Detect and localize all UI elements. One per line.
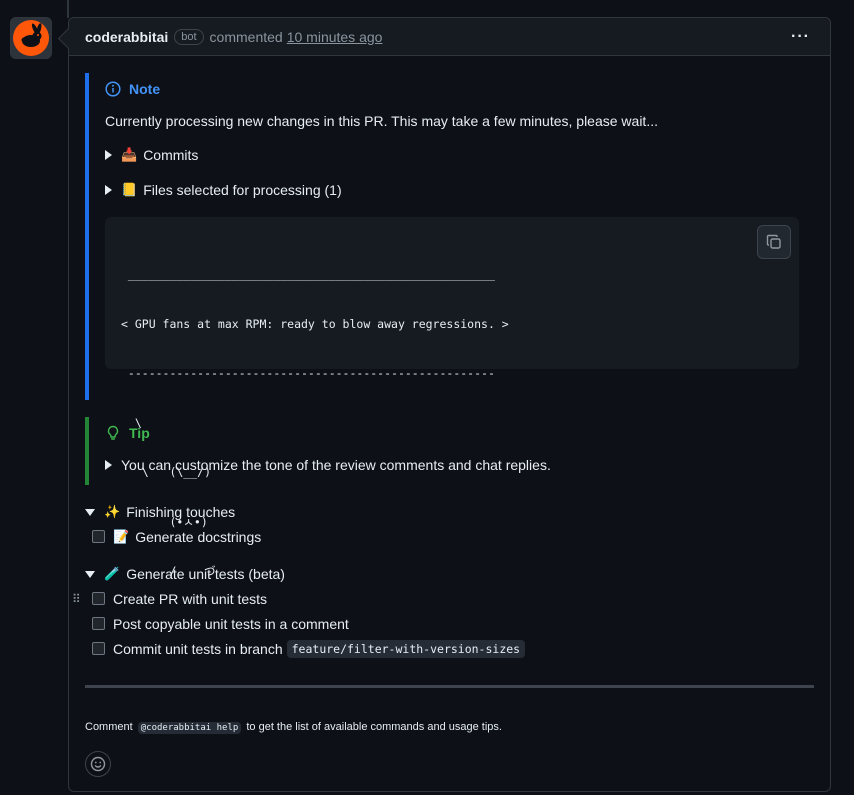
note-text: Currently processing new changes in this… xyxy=(105,113,658,129)
tip-alert: Tip You can customize the tone of the re… xyxy=(85,417,798,485)
bot-badge: bot xyxy=(174,28,204,45)
unit-tests-section: 🧪 Generate unit tests (beta) ⠿ Create PR… xyxy=(72,566,526,661)
files-label: Files selected for processing (1) xyxy=(143,182,342,198)
tone-label: You can customize the tone of the review… xyxy=(121,457,551,473)
tone-details[interactable]: You can customize the tone of the review… xyxy=(105,457,798,473)
test-tube-icon: 🧪 xyxy=(104,566,121,581)
create-pr-checkbox[interactable] xyxy=(92,592,105,605)
post-comment-label: Post copyable unit tests in a comment xyxy=(113,615,349,632)
author-name[interactable]: coderabbitai xyxy=(85,29,168,45)
task-item: Post copyable unit tests in a comment xyxy=(85,611,525,636)
inbox-tray-icon: 📥 xyxy=(121,147,138,162)
triangle-right-icon xyxy=(105,150,112,160)
triangle-right-icon xyxy=(105,460,112,470)
commits-label: Commits xyxy=(143,147,199,163)
triangle-down-icon xyxy=(85,570,95,578)
copy-icon xyxy=(766,234,781,249)
comment-header: coderabbitai bot commented 10 minutes ag… xyxy=(69,18,830,56)
code-line: ----------------------------------------… xyxy=(121,366,495,380)
timeline-line xyxy=(67,0,69,18)
commit-branch-checkbox[interactable] xyxy=(92,642,105,655)
comment-box: coderabbitai bot commented 10 minutes ag… xyxy=(68,17,831,792)
finishing-touches-label: Finishing touches xyxy=(126,504,236,520)
branch-name-code: feature/filter-with-version-sizes xyxy=(286,639,526,658)
post-comment-checkbox[interactable] xyxy=(92,617,105,630)
docstrings-label: Generate docstrings xyxy=(135,528,262,545)
memo-icon: 📝 xyxy=(113,528,130,544)
code-line: < GPU fans at max RPM: ready to blow awa… xyxy=(121,316,509,331)
triangle-right-icon xyxy=(105,185,112,195)
sparkles-icon: ✨ xyxy=(104,504,121,519)
commit-branch-label: Commit unit tests in branch xyxy=(113,640,283,657)
unit-tests-label: Generate unit tests (beta) xyxy=(126,566,285,582)
finishing-touches-section: ✨ Finishing touches 📝 Generate docstring… xyxy=(85,504,261,549)
files-details[interactable]: 📒 Files selected for processing (1) xyxy=(105,182,798,198)
add-reaction-button[interactable] xyxy=(85,751,111,777)
footer-suffix: to get the list of available commands an… xyxy=(246,721,502,733)
code-block: ________________________________________… xyxy=(105,217,799,578)
footer-text: Comment @coderabbitai help to get the li… xyxy=(85,721,502,734)
copy-button[interactable] xyxy=(757,225,791,259)
code-line: ________________________________________… xyxy=(121,267,495,281)
task-item: ⠿ Create PR with unit tests xyxy=(72,586,525,611)
help-command-code: @coderabbitai help xyxy=(137,722,242,734)
smiley-icon xyxy=(90,756,106,772)
tip-title: Tip xyxy=(105,425,798,441)
drag-handle-icon[interactable]: ⠿ xyxy=(72,592,81,606)
task-item: Commit unit tests in branch feature/filt… xyxy=(85,636,526,661)
note-title-text: Note xyxy=(129,81,161,97)
unit-tests-summary[interactable]: 🧪 Generate unit tests (beta) xyxy=(85,566,525,582)
create-pr-label: Create PR with unit tests xyxy=(113,590,268,607)
kebab-horizontal-icon[interactable]: ··· xyxy=(791,28,810,46)
divider xyxy=(85,685,814,688)
ledger-icon: 📒 xyxy=(121,182,138,197)
docstrings-checkbox[interactable] xyxy=(92,530,105,543)
finishing-touches-summary[interactable]: ✨ Finishing touches xyxy=(85,504,261,520)
info-icon xyxy=(105,81,121,97)
note-alert: Note Currently processing new changes in… xyxy=(85,73,799,578)
light-bulb-icon xyxy=(107,425,119,440)
commits-details[interactable]: 📥 Commits xyxy=(105,147,798,163)
task-item: 📝 Generate docstrings xyxy=(85,524,261,549)
triangle-down-icon xyxy=(85,508,95,516)
footer-prefix: Comment xyxy=(85,721,133,733)
comment-action: commented xyxy=(209,28,283,45)
note-title: Note xyxy=(105,81,798,97)
tip-title-text: Tip xyxy=(129,425,150,441)
avatar[interactable] xyxy=(10,17,52,59)
rabbit-icon xyxy=(13,20,49,56)
comment-timestamp[interactable]: 10 minutes ago xyxy=(287,29,383,45)
